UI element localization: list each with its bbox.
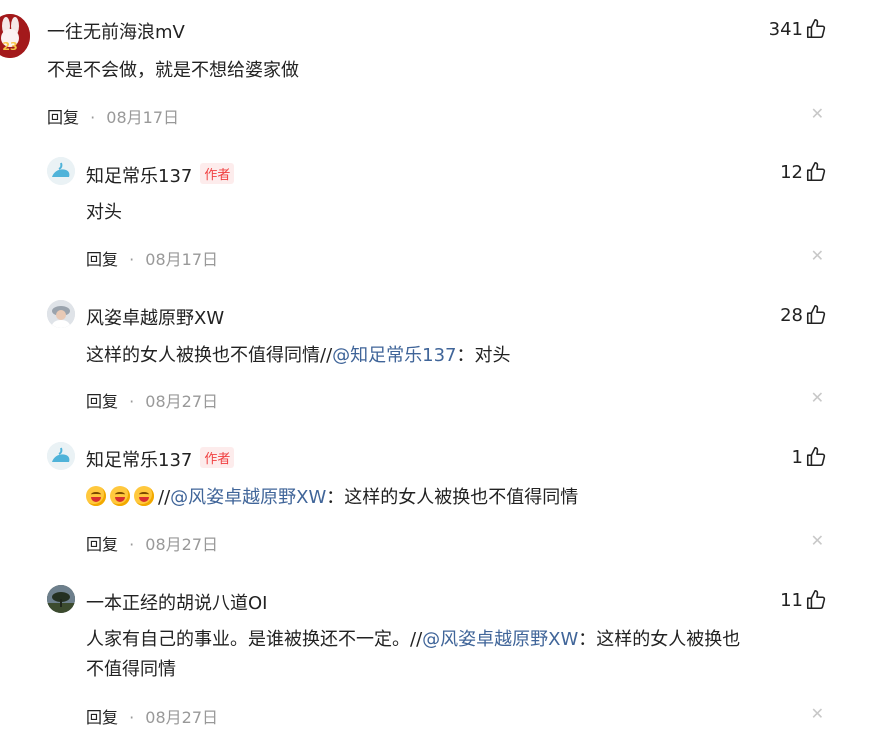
meta-separator: · bbox=[129, 392, 135, 411]
avatar-badge-text: 23 bbox=[2, 40, 17, 53]
close-icon[interactable]: ✕ bbox=[811, 104, 824, 123]
reply-item: 风姿卓越原野XW 28 这样的女人被换也不值得同情//@知足常乐137：对头 回… bbox=[0, 284, 874, 426]
comment-date: 08月27日 bbox=[145, 708, 219, 727]
username[interactable]: 一本正经的胡说八道OI bbox=[86, 589, 267, 615]
username[interactable]: 风姿卓越原野XW bbox=[86, 304, 224, 330]
username[interactable]: 知足常乐137 作者 bbox=[86, 162, 235, 188]
comment-text: //@风姿卓越原野XW：这样的女人被换也不值得同情 bbox=[86, 483, 578, 513]
thumbs-up-icon bbox=[806, 19, 826, 39]
like-count: 28 bbox=[780, 304, 803, 326]
tree-avatar-icon bbox=[47, 585, 75, 613]
mention-link[interactable]: @风姿卓越原野XW bbox=[170, 487, 326, 508]
reply-button[interactable]: 回复 bbox=[86, 708, 118, 727]
reply-button[interactable]: 回复 bbox=[86, 392, 118, 411]
meta-separator: · bbox=[129, 708, 135, 727]
thumbs-up-icon bbox=[806, 447, 826, 467]
avatar[interactable]: 23 bbox=[0, 14, 30, 58]
like-count: 11 bbox=[780, 589, 803, 611]
like-button[interactable]: 1 bbox=[792, 446, 827, 468]
mention-link[interactable]: @知足常乐137 bbox=[332, 345, 456, 366]
meta-separator: · bbox=[129, 250, 135, 269]
rabbit-avatar-icon: 23 bbox=[0, 14, 30, 58]
avatar[interactable] bbox=[47, 585, 75, 613]
thumbs-up-icon bbox=[806, 162, 826, 182]
meta-separator: · bbox=[129, 535, 135, 554]
comment-meta: 回复 · 08月27日 bbox=[86, 704, 218, 728]
like-button[interactable]: 11 bbox=[780, 589, 827, 611]
comment-date: 08月27日 bbox=[145, 535, 219, 554]
comment-meta: 回复 · 08月17日 bbox=[47, 104, 179, 128]
username[interactable]: 知足常乐137 作者 bbox=[86, 446, 235, 472]
reply-item: 知足常乐137 作者 12 对头 回复 · 08月17日 ✕ bbox=[0, 142, 874, 284]
like-button[interactable]: 12 bbox=[780, 161, 827, 183]
like-count: 1 bbox=[791, 446, 803, 468]
meta-separator: · bbox=[90, 108, 96, 127]
comment-date: 08月17日 bbox=[106, 108, 180, 127]
like-button[interactable]: 341 bbox=[769, 18, 827, 40]
mention-link[interactable]: @风姿卓越原野XW bbox=[422, 629, 578, 650]
laughing-crying-emoji-icon bbox=[86, 486, 106, 506]
close-icon[interactable]: ✕ bbox=[811, 388, 824, 407]
like-button[interactable]: 28 bbox=[780, 304, 827, 326]
close-icon[interactable]: ✕ bbox=[811, 704, 824, 723]
close-icon[interactable]: ✕ bbox=[811, 531, 824, 550]
reply-item: 知足常乐137 作者 1 //@风姿卓越原野XW：这样的女人被换也不值得同情 回复… bbox=[0, 426, 874, 571]
author-badge: 作者 bbox=[200, 163, 235, 184]
comment-date: 08月27日 bbox=[145, 392, 219, 411]
whale-avatar-icon bbox=[47, 442, 75, 470]
comment-text: 人家有自己的事业。是谁被换还不一定。//@风姿卓越原野XW：这样的女人被换也 不… bbox=[86, 625, 846, 685]
reply-button[interactable]: 回复 bbox=[86, 250, 118, 269]
thumbs-up-icon bbox=[806, 305, 826, 325]
comment-date: 08月17日 bbox=[145, 250, 219, 269]
laughing-crying-emoji-icon bbox=[134, 486, 154, 506]
whale-avatar-icon bbox=[47, 157, 75, 185]
like-count: 341 bbox=[768, 18, 803, 40]
close-icon[interactable]: ✕ bbox=[811, 246, 824, 265]
avatar[interactable] bbox=[47, 300, 75, 328]
comment-item: 23 一往无前海浪mV 341 不是不会做，就是不想给婆家做 回复 · 08月1… bbox=[0, 0, 874, 142]
thumbs-up-icon bbox=[806, 590, 826, 610]
laughing-crying-emoji-icon bbox=[110, 486, 130, 506]
comment-text: 对头 bbox=[86, 202, 122, 223]
avatar[interactable] bbox=[47, 157, 75, 185]
reply-item: 一本正经的胡说八道OI 11 人家有自己的事业。是谁被换还不一定。//@风姿卓越… bbox=[0, 571, 874, 747]
comment-meta: 回复 · 08月27日 bbox=[86, 531, 218, 555]
comment-text: 这样的女人被换也不值得同情//@知足常乐137：对头 bbox=[86, 345, 511, 366]
username[interactable]: 一往无前海浪mV bbox=[47, 18, 185, 44]
like-count: 12 bbox=[780, 161, 803, 183]
author-badge: 作者 bbox=[200, 447, 235, 468]
comment-text: 不是不会做，就是不想给婆家做 bbox=[47, 60, 299, 81]
avatar[interactable] bbox=[47, 442, 75, 470]
comment-text-line: 人家有自己的事业。是谁被换还不一定。//@风姿卓越原野XW：这样的女人被换也 bbox=[86, 629, 741, 650]
portrait-avatar-icon bbox=[47, 300, 75, 328]
reply-button[interactable]: 回复 bbox=[47, 108, 79, 127]
comment-meta: 回复 · 08月17日 bbox=[86, 246, 218, 270]
comment-meta: 回复 · 08月27日 bbox=[86, 388, 218, 412]
comment-text-line: 不值得同情 bbox=[86, 659, 176, 680]
reply-button[interactable]: 回复 bbox=[86, 535, 118, 554]
